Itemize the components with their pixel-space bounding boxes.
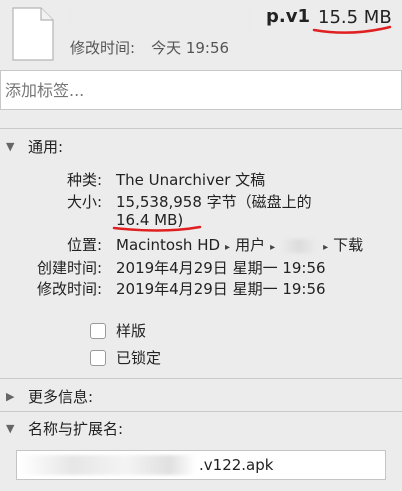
locked-checkbox-row[interactable]: 已锁定 xyxy=(90,347,161,368)
modified-label: 修改时间: xyxy=(36,280,102,298)
created-label: 创建时间: xyxy=(36,259,102,277)
info-row-where: 位置: Macintosh HD ▸ 用户 ▸ ▸ 下载 xyxy=(0,234,402,254)
path-arrow-icon: ▸ xyxy=(270,242,276,253)
locked-checkbox[interactable] xyxy=(90,349,106,366)
red-underline-annotation xyxy=(112,225,202,232)
section-more-info-header[interactable]: ▶ 更多信息: xyxy=(6,386,93,407)
kind-value: The Unarchiver 文稿 xyxy=(116,171,266,189)
divider xyxy=(0,411,402,412)
where-path: Macintosh HD ▸ 用户 ▸ ▸ 下载 xyxy=(116,234,363,255)
size-value-line1: 15,538,958 字节（磁盘上的 xyxy=(116,193,312,211)
header-modified: 修改时间: 今天 19:56 xyxy=(70,37,245,58)
size-label: 大小: xyxy=(66,193,102,211)
stationery-checkbox[interactable] xyxy=(90,322,106,339)
info-row-kind: 种类: The Unarchiver 文稿 xyxy=(0,169,402,189)
header-modified-label: 修改时间: xyxy=(70,39,136,57)
stationery-checkbox-row[interactable]: 样版 xyxy=(90,320,146,341)
path-users[interactable]: 用户 xyxy=(235,236,265,254)
section-general-title: 通用: xyxy=(28,138,64,156)
path-arrow-icon: ▸ xyxy=(225,242,231,253)
tags-input[interactable] xyxy=(0,70,402,110)
kind-label: 种类: xyxy=(66,171,102,189)
stationery-label: 样版 xyxy=(116,322,147,340)
disclosure-open-icon[interactable]: ▼ xyxy=(6,140,20,154)
red-underline-annotation xyxy=(312,25,392,34)
section-general-header[interactable]: ▼ 通用: xyxy=(6,136,63,157)
created-value: 2019年4月29日 星期一 19:56 xyxy=(116,259,326,277)
info-header: p.v1 15.5 MB 修改时间: 今天 19:56 xyxy=(0,0,402,68)
redacted-username xyxy=(280,238,319,253)
divider xyxy=(0,378,402,379)
section-more-info-title: 更多信息: xyxy=(28,388,94,406)
path-downloads[interactable]: 下载 xyxy=(333,236,363,254)
redacted-name xyxy=(70,6,250,28)
divider xyxy=(0,128,402,129)
header-modified-value: 今天 19:56 xyxy=(151,39,230,57)
document-icon xyxy=(12,7,54,61)
section-name-ext-title: 名称与扩展名: xyxy=(28,420,124,438)
path-arrow-icon: ▸ xyxy=(323,242,329,253)
name-extension-value: .v122.apk xyxy=(199,456,274,474)
locked-label: 已锁定 xyxy=(116,349,162,367)
disclosure-closed-icon[interactable]: ▶ xyxy=(6,390,20,404)
modified-value: 2019年4月29日 星期一 19:56 xyxy=(116,280,326,298)
disclosure-open-icon[interactable]: ▼ xyxy=(6,422,20,436)
path-macintosh-hd[interactable]: Macintosh HD xyxy=(116,236,220,254)
info-row-created: 创建时间: 2019年4月29日 星期一 19:56 xyxy=(0,257,402,277)
section-name-ext-header[interactable]: ▼ 名称与扩展名: xyxy=(6,418,123,439)
info-row-modified: 修改时间: 2019年4月29日 星期一 19:56 xyxy=(0,278,402,298)
where-label: 位置: xyxy=(66,236,102,254)
redacted-name xyxy=(20,455,196,475)
